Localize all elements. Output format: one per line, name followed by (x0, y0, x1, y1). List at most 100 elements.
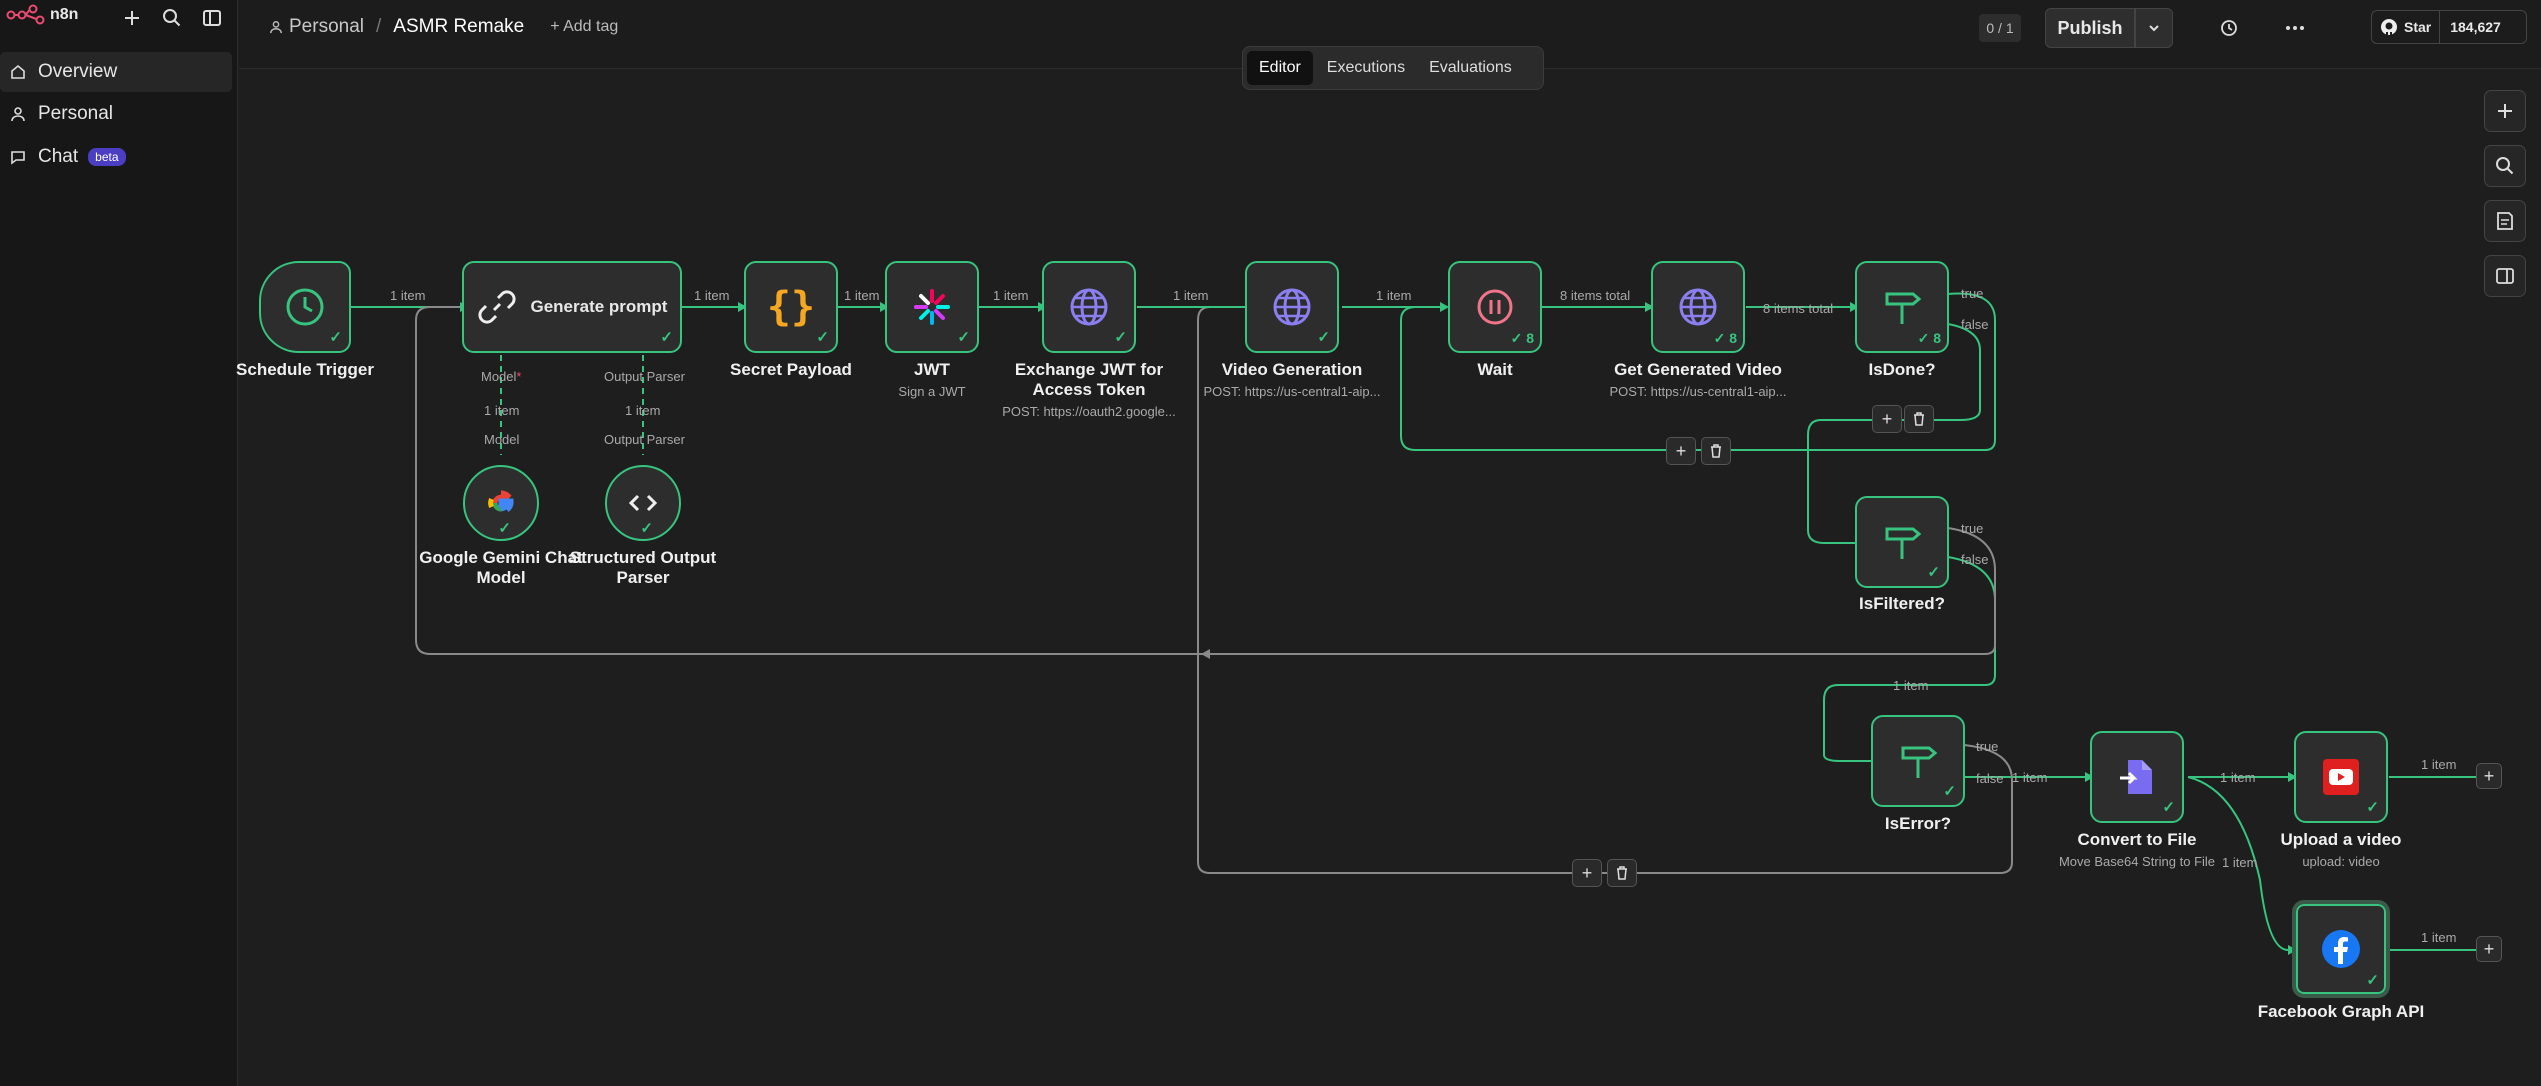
node-secret-payload[interactable]: {} ✓ (744, 261, 838, 353)
success-check-icon: ✓ (640, 520, 653, 537)
add-node-button[interactable]: + (1666, 437, 1696, 465)
connector-label-output-parser: Output Parser (604, 369, 685, 384)
delete-connection-button[interactable] (1701, 437, 1731, 465)
node-label: Secret Payload (730, 360, 852, 379)
link-icon (477, 290, 516, 324)
pause-icon (1477, 289, 1513, 325)
sticky-note-button[interactable] (2484, 200, 2526, 242)
success-check-icon: ✓ (2366, 799, 2379, 816)
trash-icon (1711, 444, 1721, 458)
node-isdone[interactable]: ✓ 8 (1855, 261, 1949, 353)
node-label: Get Generated Video (1614, 360, 1782, 379)
node-label: Convert to File (2077, 830, 2197, 849)
node-label: Wait (1477, 360, 1513, 379)
edge-label: 8 items total (1763, 301, 1834, 316)
connector-label-model: Model* (481, 369, 522, 384)
node-label: JWT (914, 360, 950, 379)
toggle-panel-button[interactable] (2484, 255, 2526, 297)
signpost-icon (1885, 527, 1922, 559)
success-check-icon: ✓ (2366, 972, 2379, 989)
edge-label: 1 item (484, 403, 520, 418)
edge-label: 1 item (2421, 930, 2457, 945)
youtube-icon (2323, 759, 2359, 795)
node-label: Video Generation (1221, 360, 1363, 379)
add-node-button[interactable]: + (1572, 859, 1602, 887)
node-label: Schedule Trigger (236, 360, 374, 379)
success-check-icon: ✓ (1114, 329, 1127, 346)
jwt-icon (914, 289, 950, 325)
facebook-icon (2322, 930, 2360, 968)
clock-icon (286, 288, 324, 326)
delete-connection-button[interactable] (1904, 405, 1934, 433)
globe-icon (1273, 288, 1311, 326)
google-icon (488, 490, 514, 513)
file-icon (2120, 760, 2152, 794)
node-structured-output-parser[interactable]: ✓ (605, 465, 681, 541)
node-wait[interactable]: ✓ 8 (1448, 261, 1542, 353)
node-label: Generate prompt (530, 297, 668, 316)
node-label: Google Gemini Chat Model (419, 548, 583, 587)
tab-evaluations[interactable]: Evaluations (1419, 51, 1522, 85)
add-node-button[interactable]: + (2476, 763, 2502, 789)
connector-label-output-parser: Output Parser (604, 432, 685, 447)
plus-icon (2498, 104, 2512, 118)
node-label: Exchange JWT for Access Token (1014, 360, 1164, 399)
success-check-icon: ✓ (1927, 564, 1940, 581)
output-label: false (1961, 552, 1989, 567)
output-label: true (1961, 286, 1984, 301)
run-count: ✓ 8 (1713, 330, 1737, 346)
success-check-icon: ✓ (498, 520, 511, 537)
delete-connection-button[interactable] (1607, 859, 1637, 887)
success-check-icon: ✓ (329, 329, 342, 346)
trash-icon (1914, 412, 1924, 426)
search-nodes-button[interactable] (2484, 145, 2526, 187)
view-tabs: Editor Executions Evaluations (1242, 46, 1544, 90)
search-icon (2496, 157, 2514, 175)
node-jwt[interactable]: ✓ (885, 261, 979, 353)
node-label: Upload a video (2280, 830, 2402, 849)
node-label: IsError? (1884, 814, 1952, 833)
node-label: IsDone? (1868, 360, 1936, 379)
node-generate-prompt[interactable]: Generate prompt ✓ (462, 261, 682, 353)
edge-label: 8 items total (1560, 288, 1631, 303)
globe-icon (1679, 288, 1717, 326)
node-schedule-trigger[interactable]: ✓ (259, 261, 351, 353)
node-subtitle: POST: https://us-central1-aip... (1203, 384, 1381, 399)
edge-label: 1 item (694, 288, 730, 303)
edge-label: 1 item (1893, 678, 1929, 693)
success-check-icon: ✓ (957, 329, 970, 346)
tab-editor[interactable]: Editor (1247, 51, 1313, 85)
note-icon (2497, 212, 2513, 230)
trash-icon (1617, 866, 1627, 880)
add-node-button[interactable]: + (2476, 936, 2502, 962)
edge-label: 1 item (993, 288, 1029, 303)
success-check-icon: ✓ (1943, 783, 1956, 800)
success-check-icon: ✓ (1317, 329, 1330, 346)
output-label: false (1976, 771, 2004, 786)
node-google-gemini[interactable]: ✓ (463, 465, 539, 541)
tab-executions[interactable]: Executions (1317, 51, 1415, 85)
node-get-generated-video[interactable]: ✓ 8 (1651, 261, 1745, 353)
success-check-icon: ✓ (2162, 799, 2175, 816)
run-count: ✓ 8 (1917, 330, 1941, 346)
edge-label: 1 item (2012, 770, 2048, 785)
add-node-button[interactable]: + (1872, 405, 1902, 433)
node-isfiltered[interactable]: ✓ (1855, 496, 1949, 588)
node-iserror[interactable]: ✓ (1871, 715, 1965, 807)
node-video-generation[interactable]: ✓ (1245, 261, 1339, 353)
add-node-panel-button[interactable] (2484, 90, 2526, 132)
node-label: IsFiltered? (1859, 594, 1945, 613)
node-facebook-graph-api[interactable]: ✓ (2292, 900, 2390, 998)
node-subtitle: POST: https://oauth2.google... (1002, 404, 1176, 419)
edge-label: 1 item (625, 403, 661, 418)
output-label: true (1961, 521, 1984, 536)
workflow-edges (350, 292, 2476, 955)
signpost-icon (1885, 292, 1922, 324)
panel-right-icon (2496, 268, 2514, 284)
edge-label: 1 item (1173, 288, 1209, 303)
node-upload-video[interactable]: ✓ (2294, 731, 2388, 823)
node-subtitle: Sign a JWT (898, 384, 966, 399)
output-label: true (1976, 739, 1999, 754)
node-exchange-jwt[interactable]: ✓ (1042, 261, 1136, 353)
node-convert-to-file[interactable]: ✓ (2090, 731, 2184, 823)
